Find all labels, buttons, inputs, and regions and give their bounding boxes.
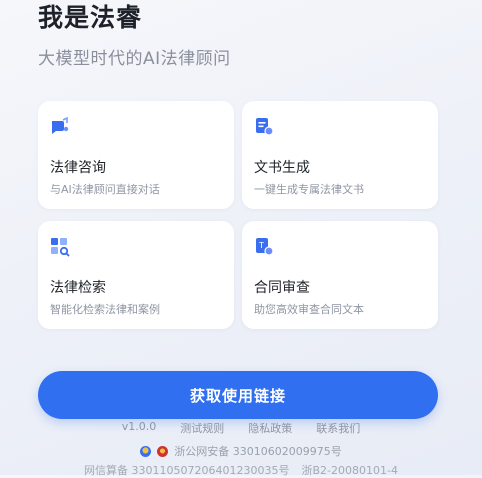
police-record-row: 浙公网安备 33010602009975号 xyxy=(0,443,482,459)
chat-icon xyxy=(50,116,70,137)
privacy-policy-link[interactable]: 隐私政策 xyxy=(248,420,292,436)
police-record-text[interactable]: 浙公网安备 33010602009975号 xyxy=(174,443,341,459)
police-badge-icon xyxy=(157,445,169,457)
page-subtitle: 大模型时代的AI法律顾问 xyxy=(38,49,231,69)
card-description: 智能化检索法律和案例 xyxy=(50,303,160,316)
version-label: v1.0.0 xyxy=(121,420,157,433)
document-icon xyxy=(254,117,274,137)
contract-icon: T xyxy=(254,237,274,257)
icp-number-text[interactable]: 浙B2-20080101-4 xyxy=(301,462,397,478)
algorithm-record-text[interactable]: 网信算备 330110507206401230035号 xyxy=(84,462,289,478)
card-description: 与AI法律顾问直接对话 xyxy=(50,183,160,196)
card-legal-search[interactable]: 法律检索 智能化检索法律和案例 xyxy=(38,221,234,329)
svg-text:T: T xyxy=(258,241,264,250)
card-title: 合同审查 xyxy=(254,280,310,296)
card-title: 法律咨询 xyxy=(50,160,106,176)
card-description: 助您高效审查合同文本 xyxy=(254,303,364,316)
get-link-button[interactable]: 获取使用链接 xyxy=(38,371,438,419)
page-title: 我是法睿 xyxy=(38,3,143,32)
emblem-icon xyxy=(140,445,152,457)
icp-record-row: 网信算备 330110507206401230035号 浙B2-20080101… xyxy=(0,462,482,478)
card-description: 一键生成专属法律文书 xyxy=(254,183,364,196)
footer-links: v1.0.0 测试规则 隐私政策 联系我们 xyxy=(0,420,482,436)
card-document-generate[interactable]: 文书生成 一键生成专属法律文书 xyxy=(242,101,438,209)
card-contract-review[interactable]: T 合同审查 助您高效审查合同文本 xyxy=(242,221,438,329)
search-icon xyxy=(50,237,70,257)
test-rules-link[interactable]: 测试规则 xyxy=(180,420,224,436)
card-title: 法律检索 xyxy=(50,280,106,296)
card-legal-consult[interactable]: 法律咨询 与AI法律顾问直接对话 xyxy=(38,101,234,209)
card-title: 文书生成 xyxy=(254,160,310,176)
contact-us-link[interactable]: 联系我们 xyxy=(316,420,360,436)
